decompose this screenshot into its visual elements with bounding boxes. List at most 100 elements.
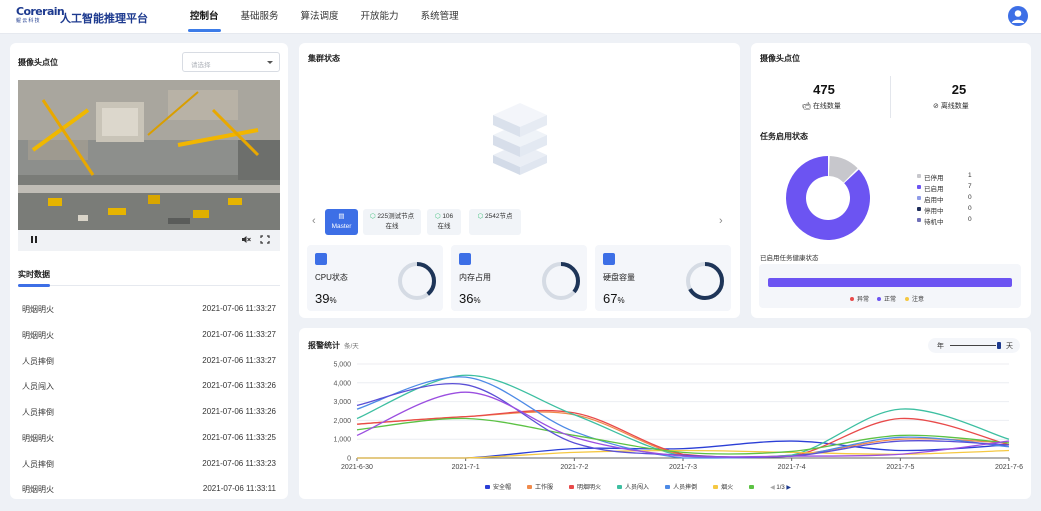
node-106[interactable]: ⬡ 106 在线 <box>427 209 461 235</box>
x-tick-label: 2021-7-2 <box>560 464 588 471</box>
node-status: 在线 <box>385 223 399 230</box>
offline-label: ⊘ 离线数量 <box>933 103 969 110</box>
legend-label: 安全帽 <box>493 485 512 491</box>
legend-pager: ◀ 1/3 ▶ <box>770 485 791 491</box>
nav-algorithm-scheduling[interactable]: 算法调度 <box>301 0 339 34</box>
legend-swatch <box>617 485 623 490</box>
realtime-time: 2021-07-06 11:33:26 <box>202 381 276 390</box>
y-tick-label: 4,000 <box>333 380 351 387</box>
realtime-tab-track <box>18 285 280 286</box>
realtime-event: 人员摔倒 <box>22 460 54 469</box>
online-count: 475 <box>813 82 835 97</box>
legend-swatch <box>917 185 921 189</box>
user-avatar[interactable] <box>1008 6 1028 26</box>
alarm-legend: 安全帽 工作服 明烟明火 人员闯入 人员摔倒 烟火 ◀ 1/3 ▶ <box>485 482 791 491</box>
legend-swatch <box>527 485 533 490</box>
realtime-row[interactable]: 明烟明火 2021-07-06 11:33:27 <box>22 304 276 318</box>
node-status-icon: ⬡ <box>369 213 376 220</box>
camera-off-icon: ⊘ <box>933 103 941 110</box>
cpu-gauge <box>398 262 436 300</box>
x-tick-label: 2021-6-30 <box>341 464 373 471</box>
health-legend-normal: 正常 <box>877 294 896 303</box>
x-tick-label: 2021-7-4 <box>778 464 806 471</box>
time-range-slider[interactable]: 年 天 <box>928 338 1020 353</box>
chevron-right-icon[interactable]: › <box>719 215 723 227</box>
y-tick-label: 2,000 <box>333 418 351 425</box>
metric-cpu: CPU状态 39% <box>307 245 443 311</box>
legend-label: 工作服 <box>535 485 554 491</box>
node-2542[interactable]: ⬡ 2542节点 <box>469 209 521 235</box>
camera-stats-panel: 摄像头点位 475 📹︎ 在线数量 25 ⊘ 离线数量 任务启用状态 已停用 1 … <box>751 43 1031 318</box>
metric-label: 硬盘容量 <box>603 273 635 282</box>
disk-icon <box>603 253 615 265</box>
realtime-event: 人员闯入 <box>22 382 54 391</box>
alarm-unit: 条/天 <box>344 343 359 350</box>
legend-item[interactable]: 工作服 <box>527 485 553 491</box>
camera-select-placeholder: 请选择 <box>191 62 211 69</box>
legend-item[interactable]: 烟火 <box>713 485 733 491</box>
legend-swatch <box>665 485 671 490</box>
realtime-event: 人员摔倒 <box>22 357 54 366</box>
realtime-row[interactable]: 明烟明火 2021-07-06 11:33:27 <box>22 330 276 344</box>
task-legend-row: 待机中 0 <box>917 216 977 226</box>
range-low-label: 年 <box>937 343 944 350</box>
x-tick-label: 2021-7-6 <box>995 464 1023 471</box>
mute-icon[interactable] <box>241 235 251 246</box>
metric-label: CPU状态 <box>315 273 348 282</box>
fullscreen-icon[interactable] <box>260 235 270 246</box>
realtime-row[interactable]: 人员摔倒 2021-07-06 11:33:23 <box>22 459 276 473</box>
node-label: 106 <box>442 213 454 220</box>
legend-label: 人员摔倒 <box>673 485 698 491</box>
camera-video[interactable] <box>18 80 280 230</box>
realtime-event: 人员摔倒 <box>22 408 54 417</box>
legend-swatch[interactable] <box>749 485 755 490</box>
realtime-row[interactable]: 人员摔倒 2021-07-06 11:33:27 <box>22 356 276 370</box>
legend-next-icon[interactable]: ▶ <box>786 485 791 491</box>
donut-slice[interactable] <box>786 156 870 240</box>
task-status-title: 任务启用状态 <box>760 132 808 141</box>
realtime-row[interactable]: 人员摔倒 2021-07-06 11:33:26 <box>22 407 276 421</box>
range-high-label: 天 <box>1006 343 1013 350</box>
camera-select[interactable]: 请选择 <box>182 52 280 72</box>
x-tick-label: 2021-7-1 <box>452 464 480 471</box>
legend-swatch <box>917 174 921 178</box>
construction-site-video-frame <box>18 80 280 230</box>
nav-open-capabilities[interactable]: 开放能力 <box>361 0 399 34</box>
disk-gauge <box>686 262 724 300</box>
metric-value: 39% <box>315 291 337 306</box>
task-status-donut <box>786 156 870 240</box>
nav-dashboard[interactable]: 控制台 <box>188 0 221 34</box>
nav-system-management[interactable]: 系统管理 <box>421 0 459 34</box>
chevron-left-icon[interactable]: ‹ <box>312 215 316 227</box>
realtime-row[interactable]: 明烟明火 2021-07-06 11:33:11 <box>22 484 276 496</box>
realtime-row[interactable]: 人员闯入 2021-07-06 11:33:26 <box>22 381 276 395</box>
memory-gauge <box>542 262 580 300</box>
video-controls <box>18 230 280 251</box>
task-legend-row: 停用中 0 <box>917 205 977 215</box>
legend-label: 人员闯入 <box>625 485 650 491</box>
legend-swatch <box>850 297 854 302</box>
realtime-event: 明烟明火 <box>22 305 54 314</box>
legend-swatch <box>713 485 719 490</box>
logo[interactable]: Corerain 鲲云科技 <box>16 6 65 25</box>
health-title: 已启用任务健康状态 <box>760 255 819 262</box>
legend-item[interactable]: 人员闯入 <box>617 485 649 491</box>
node-master[interactable]: ▤ Master <box>325 209 358 235</box>
y-tick-label: 3,000 <box>333 399 351 406</box>
realtime-event: 明烟明火 <box>22 331 54 340</box>
metric-disk: 硬盘容量 67% <box>595 245 731 311</box>
pause-icon[interactable] <box>30 235 38 246</box>
node-label: 2542节点 <box>485 213 513 220</box>
node-225[interactable]: ⬡ 225测试节点 在线 <box>363 209 421 235</box>
range-handle[interactable] <box>997 342 1001 349</box>
legend-item[interactable]: 安全帽 <box>485 485 511 491</box>
nav-basic-services[interactable]: 基础服务 <box>241 0 279 34</box>
legend-item[interactable]: 明烟明火 <box>569 485 601 491</box>
legend-label: 明烟明火 <box>577 485 602 491</box>
memory-icon <box>459 253 471 265</box>
realtime-time: 2021-07-06 11:33:25 <box>202 433 276 442</box>
legend-item[interactable]: 人员摔倒 <box>665 485 697 491</box>
realtime-time: 2021-07-06 11:33:23 <box>202 459 276 468</box>
realtime-row[interactable]: 明烟明火 2021-07-06 11:33:25 <box>22 433 276 447</box>
legend-swatch <box>569 485 575 490</box>
